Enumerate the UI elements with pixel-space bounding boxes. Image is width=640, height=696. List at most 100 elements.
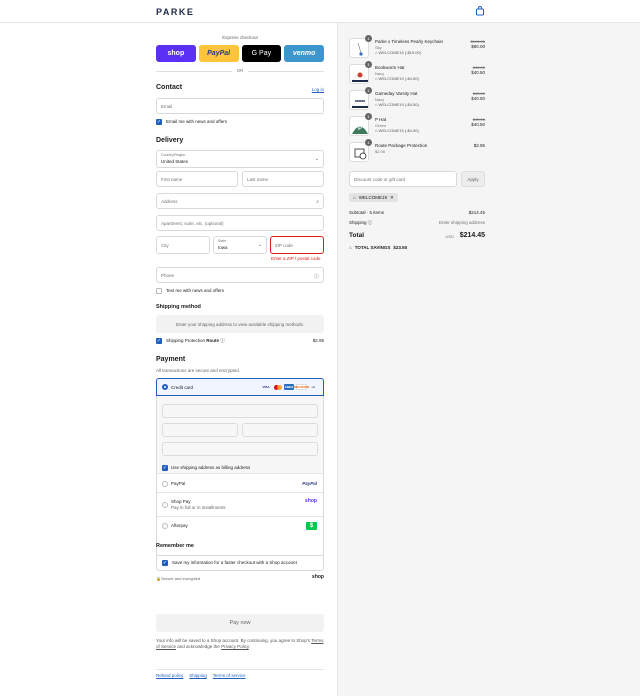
line-item: 1 Gameday Varsity Hat Navy ⌂ WELCOME19 (…	[349, 87, 485, 114]
discount-code-input[interactable]: Discount code or gift card	[349, 171, 457, 187]
remember-box: ✓ Save my information for a faster check…	[156, 555, 324, 571]
express-checkout-label: Express checkout	[222, 35, 258, 40]
privacy-link[interactable]: Privacy Policy	[221, 644, 249, 649]
last-name-field[interactable]: Last name	[242, 171, 324, 187]
discount-chip: ⌂ WELCOME19 ✕	[349, 193, 398, 202]
save-info-label: Save my information for a faster checkou…	[172, 560, 297, 565]
shipping-method-note: Enter your shipping address to view avai…	[156, 315, 324, 333]
card-number-field[interactable]	[162, 404, 318, 418]
shipping-row: Shipping ⓘ Enter shipping address	[349, 220, 485, 225]
amex-icon: AMEX	[284, 384, 294, 390]
state-select[interactable]: State Iowa ⌄	[213, 236, 267, 254]
help-icon: ⓘ	[367, 220, 373, 225]
news-checkbox[interactable]: ✓	[156, 119, 162, 125]
billing-label: Use shipping address as billing address	[171, 465, 251, 470]
shop-pay-option[interactable]: Shop Pay Pay in full or in installments …	[157, 493, 323, 517]
email-field[interactable]: Email	[156, 98, 324, 114]
tag-icon: ⌂	[375, 76, 378, 81]
footer-links: Refund policy Shipping Terms of service	[156, 673, 246, 678]
tag-icon: ⌂	[375, 102, 378, 107]
city-field[interactable]: City	[156, 236, 210, 254]
svg-text:P: P	[358, 126, 362, 132]
paypal-logo: PayPal	[302, 481, 317, 486]
legal-text: Your info will be saved to a Shop accoun…	[156, 638, 324, 649]
quantity-badge: 1	[365, 35, 372, 42]
total-savings: ⌂ TOTAL SAVINGS $23.50	[349, 245, 408, 250]
save-info-checkbox[interactable]: ✓	[162, 560, 168, 566]
brand-logo[interactable]: PARKE	[156, 7, 194, 17]
more-cards-badge: +4	[311, 385, 315, 389]
quantity-badge: 1	[365, 87, 372, 94]
route-logo: Route	[206, 338, 220, 343]
google-pay-button[interactable]: G Pay	[241, 45, 282, 62]
refund-policy-link[interactable]: Refund policy	[156, 673, 183, 678]
express-buttons: shop PayPal G Pay venmo	[156, 45, 324, 62]
search-icon: ⌕	[316, 199, 319, 205]
payment-subtitle: All transactions are secure and encrypte…	[156, 368, 241, 373]
text-me-label: Text me with news and offers	[166, 288, 224, 293]
login-link[interactable]: Log in	[312, 87, 324, 92]
expiry-field[interactable]	[162, 423, 238, 437]
line-item: P 1 P Hat Green ⌂ WELCOME19 (-$4.50) $45…	[349, 113, 485, 140]
tag-icon: ⌂	[349, 245, 352, 250]
tag-icon: ⌂	[353, 195, 356, 200]
paypal-button[interactable]: PayPal	[198, 45, 239, 62]
shipping-protection-price: $2.95	[312, 338, 324, 343]
text-me-checkbox[interactable]	[156, 288, 162, 294]
payment-methods: Credit card VISA AMEX DISCOVER +4 ✓ Use …	[156, 378, 324, 558]
country-select[interactable]: Country/Region United States ⌄	[156, 150, 324, 168]
quantity-badge: 1	[365, 139, 372, 146]
venmo-button[interactable]: venmo	[284, 45, 324, 62]
chevron-down-icon: ⌄	[314, 156, 319, 162]
paypal-option[interactable]: PayPal PayPal	[157, 475, 323, 493]
line-item: 1 Bookworm Hat Navy ⌂ WELCOME19 (-$4.50)…	[349, 61, 485, 88]
mastercard-icon	[273, 384, 282, 390]
discover-icon: DISCOVER	[293, 384, 310, 390]
news-label: Email me with news and offers	[166, 119, 227, 124]
security-code-field[interactable]	[242, 423, 318, 437]
footer-divider	[156, 669, 324, 670]
shop-logo: shop	[305, 498, 317, 504]
help-icon[interactable]: ⓘ	[314, 273, 319, 280]
shopping-bag-icon[interactable]	[475, 6, 485, 16]
shop-pay-button[interactable]: shop	[156, 45, 196, 62]
quantity-badge: 1	[365, 61, 372, 68]
billing-checkbox[interactable]: ✓	[162, 465, 168, 471]
remember-me-heading: Remember me	[156, 543, 194, 549]
payment-heading: Payment	[156, 356, 186, 363]
chevron-down-icon: ⌄	[257, 242, 262, 248]
shop-logo-small: shop	[312, 574, 324, 580]
contact-heading: Contact	[156, 84, 183, 91]
quantity-badge: 1	[365, 113, 372, 120]
phone-field[interactable]: Phone ⓘ	[156, 267, 324, 283]
line-item: 1 Parke x Timeless Pearly Keychain Sky ⌂…	[349, 35, 485, 62]
apply-button[interactable]: Apply	[461, 171, 485, 187]
paypal-radio[interactable]	[162, 481, 168, 487]
first-name-field[interactable]: First name	[156, 171, 238, 187]
apartment-field[interactable]: Apartment, suite, etc. (optional)	[156, 215, 324, 231]
secure-note: 🔒Secure and encrypted	[156, 576, 201, 581]
afterpay-logo: $	[306, 522, 317, 530]
shop-pay-radio[interactable]	[162, 502, 168, 508]
shipping-link[interactable]: Shipping	[189, 673, 207, 678]
remove-code-icon[interactable]: ✕	[390, 195, 394, 201]
credit-card-radio[interactable]	[162, 384, 168, 390]
zip-field[interactable]: ZIP code	[270, 236, 324, 254]
afterpay-radio[interactable]	[162, 523, 168, 529]
tag-icon: ⌂	[375, 128, 378, 133]
name-on-card-field[interactable]	[162, 442, 318, 456]
terms-of-service-link[interactable]: Terms of service	[213, 673, 246, 678]
line-item: 1 Route Package Protection $2.95 $2.95	[349, 139, 485, 166]
tag-icon: ⌂	[375, 50, 378, 55]
address-field[interactable]: Address ⌕	[156, 193, 324, 209]
credit-card-option[interactable]: Credit card VISA AMEX DISCOVER +4	[156, 378, 324, 396]
card-logos: VISA AMEX DISCOVER +4	[261, 384, 317, 390]
or-divider: OR	[156, 68, 324, 73]
shipping-protection-label: Shipping Protection Route ⓘ	[166, 338, 225, 343]
top-bar: PARKE	[0, 0, 640, 23]
visa-icon: VISA	[262, 385, 270, 389]
pay-now-button[interactable]: Pay now	[156, 614, 324, 632]
card-fields: ✓ Use shipping address as billing addres…	[157, 396, 323, 474]
afterpay-option[interactable]: Afterpay $	[157, 517, 323, 535]
shipping-protection-checkbox[interactable]: ✓	[156, 338, 162, 344]
